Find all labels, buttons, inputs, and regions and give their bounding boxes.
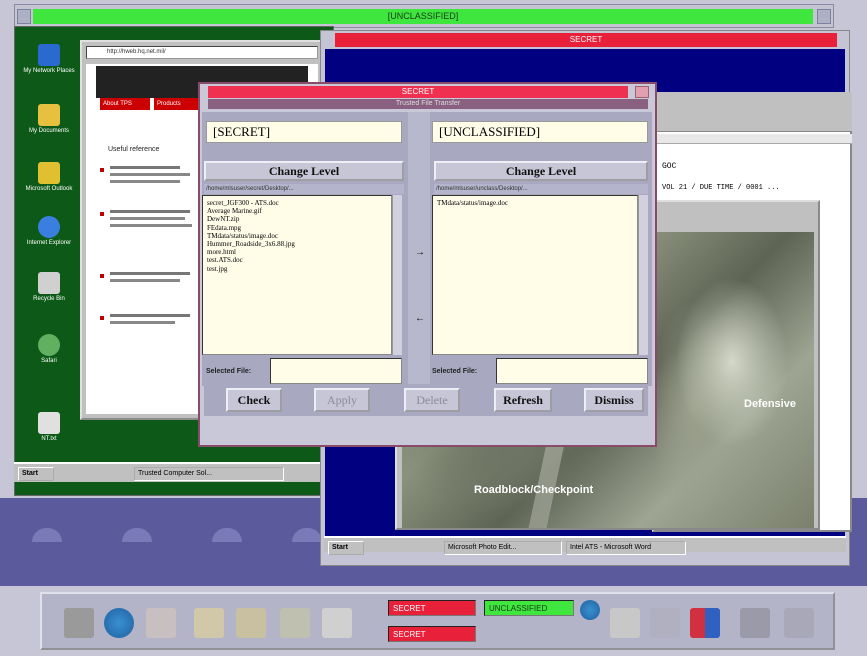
- page-heading: Useful reference: [108, 146, 160, 153]
- list-item[interactable]: more.html: [207, 248, 387, 256]
- delete-button[interactable]: Delete: [404, 388, 460, 412]
- check-button[interactable]: Check: [226, 388, 282, 412]
- nav-tab-products[interactable]: Products: [154, 98, 198, 110]
- list-item[interactable]: test.ATS.doc: [207, 256, 387, 264]
- printer-icon[interactable]: [194, 608, 224, 638]
- close-icon[interactable]: [635, 86, 649, 98]
- globe-icon[interactable]: [104, 608, 134, 638]
- left-scrollbar[interactable]: [392, 195, 402, 355]
- map-label-roadblock: Roadblock/Checkpoint: [474, 484, 594, 496]
- status-secret[interactable]: SECRET: [388, 600, 476, 616]
- left-file-list[interactable]: secret_JGF300 - ATS.doc Average Marine.g…: [202, 195, 392, 355]
- text-line: [110, 180, 180, 183]
- taskbar-item[interactable]: Intel ATS - Microsoft Word: [566, 541, 686, 555]
- refresh-button[interactable]: Refresh: [494, 388, 552, 412]
- right-taskbar: Start Microsoft Photo Edit... Intel ATS …: [324, 536, 846, 555]
- printer-icon[interactable]: [610, 608, 640, 638]
- doc-text: VOL 21 / DUE TIME / 0001 ...: [662, 184, 780, 192]
- right-scrollbar[interactable]: [638, 195, 648, 355]
- globe-icon[interactable]: Safari: [22, 334, 76, 364]
- left-selected-label: Selected File:: [206, 368, 252, 375]
- dialog-subtitle: Trusted File Transfer: [208, 99, 648, 109]
- arrow-right-icon[interactable]: →: [410, 246, 430, 260]
- mail-icon[interactable]: [146, 608, 176, 638]
- recycle-bin-icon[interactable]: Recycle Bin: [22, 272, 76, 302]
- doc-text: GOC: [662, 162, 677, 171]
- map-label-defensive: Defensive: [744, 398, 796, 410]
- right-selected-label: Selected File:: [432, 368, 478, 375]
- list-item[interactable]: TMdata/status/image.doc: [207, 232, 387, 240]
- clock-icon[interactable]: [64, 608, 94, 638]
- outlook-icon[interactable]: Microsoft Outlook: [22, 162, 76, 192]
- apply-button[interactable]: Apply: [314, 388, 370, 412]
- text-file-icon[interactable]: NT.txt: [22, 412, 76, 442]
- folder-icon[interactable]: My Documents: [22, 104, 76, 134]
- text-line: [110, 173, 190, 176]
- list-item[interactable]: Hummer_Roadside_3x6.88.jpg: [207, 240, 387, 248]
- status-secret[interactable]: SECRET: [388, 626, 476, 642]
- right-selected-input[interactable]: [496, 358, 648, 384]
- word-ruler: [652, 134, 852, 144]
- status-unclassified[interactable]: UNCLASSIFIED: [484, 600, 574, 616]
- taskbar-item[interactable]: Trusted Computer Sol...: [134, 467, 284, 481]
- list-item[interactable]: TMdata/status/image.doc: [437, 199, 633, 207]
- list-item[interactable]: Average Marine.gif: [207, 207, 387, 215]
- dialog-title: SECRET: [208, 86, 628, 98]
- globe-icon[interactable]: [580, 600, 600, 620]
- text-line: [110, 217, 185, 220]
- right-path: /home/mlsuser/unclass/Desktop/...: [434, 184, 648, 194]
- start-button[interactable]: Start: [18, 467, 54, 481]
- window-minimize-button[interactable]: [817, 9, 831, 24]
- list-item[interactable]: FEdata.mpg: [207, 224, 387, 232]
- word-toolbar: [652, 92, 852, 132]
- list-item[interactable]: test.jpg: [207, 265, 387, 273]
- text-line: [110, 210, 190, 213]
- session-frame-top: [UNCLASSIFIED]: [14, 4, 834, 28]
- right-change-level-button[interactable]: Change Level: [434, 161, 648, 181]
- file-manager-icon[interactable]: [236, 608, 266, 638]
- dismiss-button[interactable]: Dismiss: [584, 388, 644, 412]
- nav-tab-about[interactable]: About TPS: [100, 98, 150, 110]
- text-line: [110, 272, 190, 275]
- editor-icon[interactable]: [322, 608, 352, 638]
- help-icon[interactable]: [740, 608, 770, 638]
- bullet-icon: [100, 316, 104, 320]
- right-level-label: [UNCLASSIFIED]: [432, 121, 648, 143]
- unclassified-banner: [UNCLASSIFIED]: [33, 9, 813, 24]
- ie-icon[interactable]: Internet Explorer: [22, 216, 76, 246]
- text-line: [110, 279, 180, 282]
- arrow-left-icon[interactable]: ←: [410, 312, 430, 326]
- palette-icon[interactable]: [690, 608, 720, 638]
- window-menu-button[interactable]: [17, 9, 31, 24]
- left-change-level-button[interactable]: Change Level: [204, 161, 404, 181]
- left-selected-input[interactable]: [270, 358, 402, 384]
- bullet-icon: [100, 168, 104, 172]
- start-button[interactable]: Start: [328, 541, 364, 555]
- search-icon[interactable]: [280, 608, 310, 638]
- bullet-icon: [100, 274, 104, 278]
- network-icon[interactable]: My Network Places: [22, 44, 76, 74]
- list-item[interactable]: secret_JGF300 - ATS.doc: [207, 199, 387, 207]
- text-line: [110, 321, 175, 324]
- left-taskbar: Start Trusted Computer Sol...: [14, 462, 334, 482]
- tools-icon[interactable]: [650, 608, 680, 638]
- list-item[interactable]: DewNT.zip: [207, 215, 387, 223]
- bullet-icon: [100, 212, 104, 216]
- text-line: [110, 166, 180, 169]
- text-line: [110, 314, 190, 317]
- address-bar[interactable]: http://hweb.hq.net.mil/: [86, 46, 318, 59]
- left-path: /home/mlsuser/secret/Desktop/...: [204, 184, 404, 194]
- left-level-label: [SECRET]: [206, 121, 402, 143]
- secret-session-title: SECRET: [335, 33, 837, 47]
- text-line: [110, 224, 192, 227]
- right-file-list[interactable]: TMdata/status/image.doc: [432, 195, 638, 355]
- trash-icon[interactable]: [784, 608, 814, 638]
- taskbar-item[interactable]: Microsoft Photo Edit...: [444, 541, 562, 555]
